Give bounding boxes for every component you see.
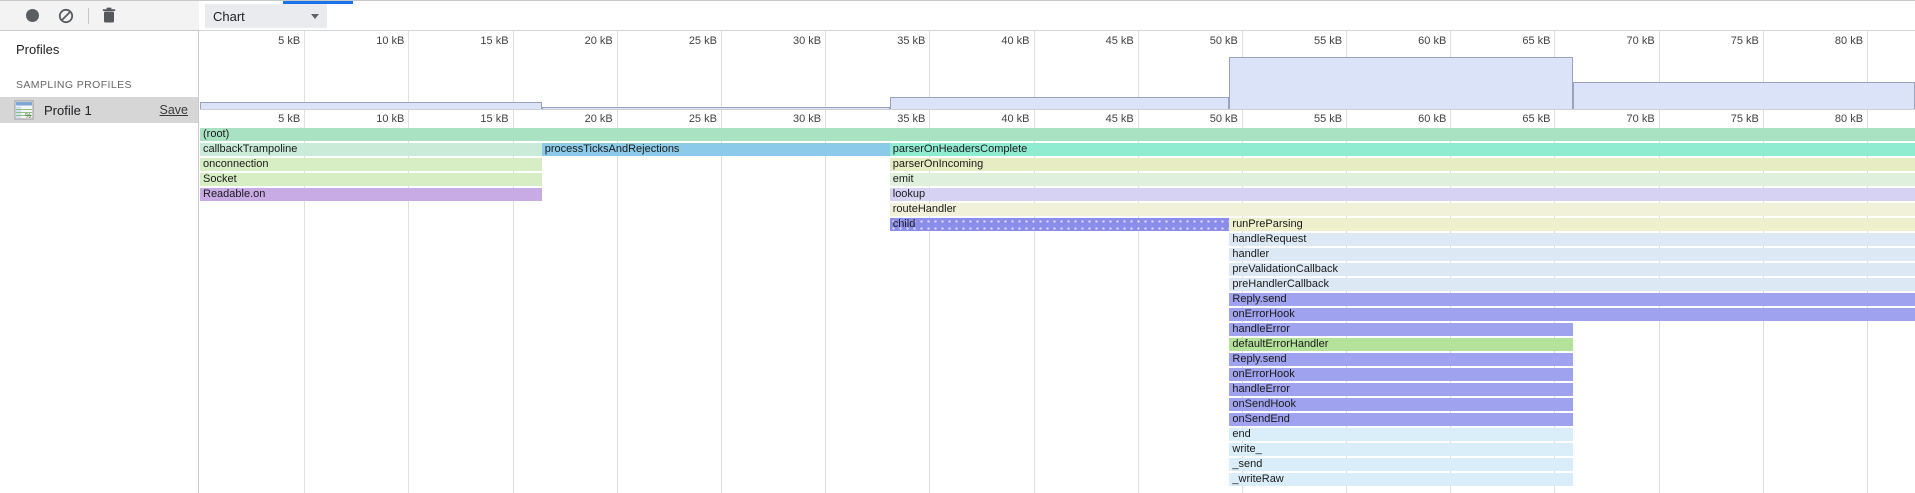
ruler-tick-label: 80 kB [1835,113,1863,125]
flame-bar[interactable]: preValidationCallback [1229,263,1915,276]
overview-area-segment [200,102,542,109]
block-icon [58,8,74,24]
profile-icon: % [14,100,34,120]
ruler-tick-label: 25 kB [689,113,717,125]
flame-bar[interactable]: (root) [200,128,1915,141]
view-mode-value: Chart [213,9,311,24]
flame-bar[interactable]: handleError [1229,323,1573,336]
flame-bar[interactable]: handleRequest [1229,233,1915,246]
ruler-tick-label: 5 kB [278,113,300,125]
flame-bar[interactable]: onconnection [200,158,542,171]
overview-area-segment [890,97,1230,109]
toolbar-buttons [0,1,199,31]
ruler-tick-label: 80 kB [1835,35,1863,47]
ruler-tick-label: 35 kB [897,113,925,125]
chart-toolbar: Chart [199,1,1915,31]
ruler-tick-label: 65 kB [1522,113,1550,125]
flame-bar[interactable]: emit [890,173,1915,186]
ruler-tick-label: 50 kB [1210,113,1238,125]
flame-bar[interactable]: Socket [200,173,542,186]
ruler-tick-label: 5 kB [278,35,300,47]
flame-chart-pane: 5 kB 10 kB 15 kB 20 kB 25 kB 30 kB 35 kB 40 kB 4… [200,31,1915,493]
flame-bar[interactable]: defaultErrorHandler [1229,338,1573,351]
sidebar-item-profile-1[interactable]: % Profile 1 Save [0,97,198,123]
flame-bar[interactable]: end [1229,428,1573,441]
ruler-tick-label: 20 kB [585,35,613,47]
ruler-tick-label: 35 kB [897,35,925,47]
overview-area-segment [1573,82,1915,109]
flame-ruler: 5 kB 10 kB 15 kB 20 kB 25 kB 30 kB 35 kB 40 kB 4… [200,110,1915,128]
ruler-tick-label: 70 kB [1627,113,1655,125]
flame-bar[interactable]: write_ [1229,443,1573,456]
flame-bar[interactable]: runPreParsing [1229,218,1915,231]
flame-bar[interactable]: parserOnIncoming [890,158,1915,171]
flame-chart: (root) callbackTrampolineprocessTicksAndR… [200,128,1915,493]
flame-bar[interactable]: Reply.send [1229,353,1573,366]
flame-bar[interactable]: handleError [1229,383,1573,396]
flame-bar[interactable]: onSendHook [1229,398,1573,411]
ruler-tick-label: 65 kB [1522,35,1550,47]
record-icon [26,9,39,22]
overview-area-segment [1229,57,1573,109]
flame-bar[interactable]: callbackTrampoline [200,143,542,156]
ruler-tick-label: 15 kB [480,113,508,125]
chevron-down-icon [311,14,319,19]
ruler-tick-label: 30 kB [793,35,821,47]
memory-profiler-panel: Chart Profiles SAMPLING PROFILES % Profi… [0,0,1915,493]
ruler-tick-label: 50 kB [1210,35,1238,47]
ruler-tick-label: 60 kB [1418,35,1446,47]
ruler-tick-label: 40 kB [1001,113,1029,125]
ruler-tick-label: 45 kB [1106,35,1134,47]
flame-bar[interactable]: onErrorHook [1229,368,1573,381]
flame-bar[interactable]: preHandlerCallback [1229,278,1915,291]
ruler-tick-label: 40 kB [1001,35,1029,47]
selected-tab-indicator [283,1,353,4]
flame-bar[interactable]: onSendEnd [1229,413,1573,426]
ruler-tick-label: 15 kB [480,35,508,47]
ruler-tick-label: 55 kB [1314,35,1342,47]
profiles-sidebar: Profiles SAMPLING PROFILES % Profile 1 S… [0,31,199,493]
flame-bar[interactable]: parserOnHeadersComplete [890,143,1915,156]
overview-minimap[interactable] [200,50,1915,109]
toolbar-divider [88,8,89,24]
flame-bar[interactable]: onErrorHook [1229,308,1915,321]
ruler-tick-label: 10 kB [376,35,404,47]
record-button[interactable] [18,3,46,29]
clear-button[interactable] [52,3,80,29]
ruler-tick-label: 20 kB [585,113,613,125]
flame-bar[interactable]: _writeRaw [1229,473,1573,486]
ruler-tick-label: 25 kB [689,35,717,47]
ruler-tick-label: 60 kB [1418,113,1446,125]
delete-button[interactable] [95,3,123,29]
ruler-tick-label: 30 kB [793,113,821,125]
flame-bar[interactable]: routeHandler [890,203,1915,216]
sidebar-title: Profiles [0,31,198,57]
ruler-tick-label: 55 kB [1314,113,1342,125]
flame-bar[interactable]: Readable.on [200,188,542,201]
toolbar: Chart [0,1,1915,31]
flame-bar[interactable]: processTicksAndRejections [542,143,890,156]
flame-bar[interactable]: lookup [890,188,1915,201]
ruler-tick-label: 45 kB [1106,113,1134,125]
flame-bar[interactable]: Reply.send [1229,293,1915,306]
ruler-tick-label: 75 kB [1731,113,1759,125]
svg-text:%: % [25,113,31,120]
view-mode-select[interactable]: Chart [205,4,327,28]
sampling-profiles-section-label: SAMPLING PROFILES [0,57,198,97]
flame-bar[interactable]: _send [1229,458,1573,471]
ruler-tick-label: 70 kB [1627,35,1655,47]
flame-bar[interactable]: child [890,218,1230,231]
overview-ruler: 5 kB 10 kB 15 kB 20 kB 25 kB 30 kB 35 kB 40 kB 4… [200,31,1915,50]
profile-name: Profile 1 [44,103,160,118]
flame-bar[interactable]: handler [1229,248,1915,261]
ruler-tick-label: 10 kB [376,113,404,125]
ruler-tick-label: 75 kB [1731,35,1759,47]
trash-icon [101,7,117,24]
save-link[interactable]: Save [160,103,189,117]
